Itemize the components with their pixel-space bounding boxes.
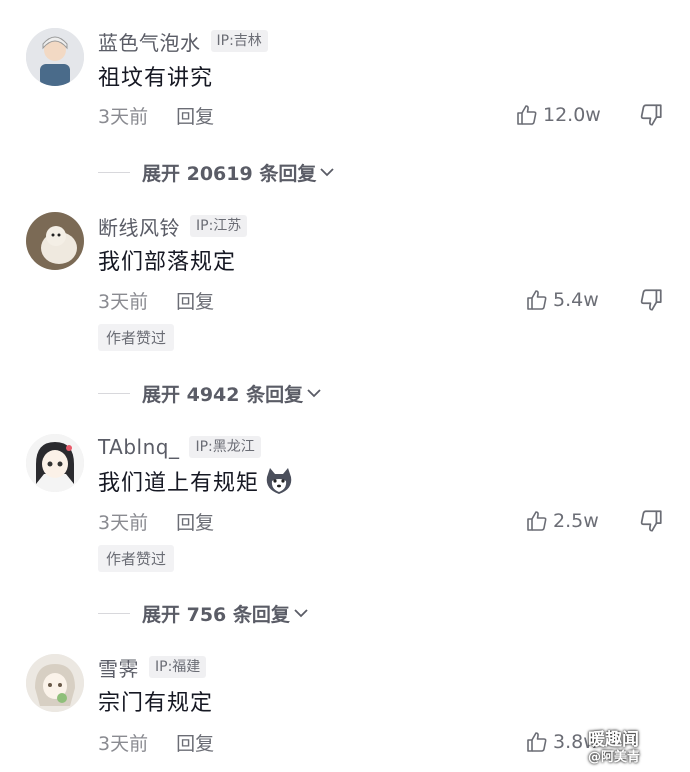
comment-header: TAblnq_ IP:黑龙江 [98, 434, 261, 460]
avatar[interactable] [26, 434, 84, 492]
comment-text-content: 宗门有规定 [98, 691, 214, 716]
like-count: 2.5w [553, 510, 599, 532]
author-liked-tag: 作者赞过 [98, 545, 175, 572]
thumbs-down-icon [640, 289, 662, 311]
comment-header: 雪霁 IP:福建 [98, 653, 207, 682]
like-button[interactable]: 2.5w [525, 508, 599, 534]
reply-button[interactable]: 回复 [176, 102, 214, 129]
comment-meta: 3天前 回复 [98, 287, 214, 313]
thumbs-up-icon [517, 105, 537, 125]
thumbs-up-icon [527, 732, 547, 752]
comment-header: 断线风铃 IP:江苏 [98, 212, 248, 241]
ip-location-badge: IP:福建 [149, 656, 207, 678]
avatar[interactable] [26, 654, 84, 712]
divider [98, 612, 130, 614]
author-liked-tag: 作者赞过 [98, 324, 175, 351]
timestamp: 3天前 [98, 511, 149, 534]
husky-emoji-icon [263, 465, 295, 497]
username[interactable]: 蓝色气泡水 [98, 27, 201, 56]
username[interactable]: 雪霁 [98, 653, 139, 682]
comment-meta: 3天前 回复 [98, 729, 214, 755]
comment-text-content: 我们道上有规矩 [98, 471, 260, 496]
ip-location-badge: IP:吉林 [210, 30, 268, 52]
expand-replies-button[interactable]: 展开 4942 条回复 [98, 379, 323, 407]
watermark-title: 暖趣闻 [588, 730, 639, 750]
comment-meta: 3天前 回复 [98, 508, 214, 534]
expand-replies-label: 展开 4942 条回复 [142, 383, 304, 406]
comment-meta: 3天前 回复 [98, 102, 214, 128]
divider [98, 392, 130, 394]
thumbs-up-icon [527, 511, 547, 531]
timestamp: 3天前 [98, 732, 149, 755]
expand-replies-label: 展开 756 条回复 [142, 603, 290, 626]
avatar[interactable] [26, 28, 84, 86]
comment-text: 祖坟有讲究 [98, 60, 213, 92]
ip-location-badge: IP:江苏 [190, 215, 248, 237]
comment-text: 我们道上有规矩 [98, 464, 295, 498]
comment-text-content: 祖坟有讲究 [98, 66, 214, 91]
expand-replies-label: 展开 20619 条回复 [142, 162, 317, 185]
divider [98, 171, 130, 173]
expand-replies-button[interactable]: 展开 20619 条回复 [98, 158, 336, 186]
like-count: 5.4w [553, 289, 599, 311]
chevron-down-icon [307, 389, 321, 398]
timestamp: 3天前 [98, 290, 149, 313]
thumbs-down-icon [640, 510, 662, 532]
thumbs-up-icon [527, 290, 547, 310]
ip-location-badge: IP:黑龙江 [189, 436, 261, 458]
comment-text: 宗门有规定 [98, 685, 213, 717]
dislike-button[interactable] [638, 102, 664, 128]
expand-replies-button[interactable]: 展开 756 条回复 [98, 599, 310, 627]
watermark: 暖趣闻 @阿美青 [588, 730, 640, 768]
like-count: 12.0w [543, 104, 601, 126]
comment-text: 我们部落规定 [98, 244, 236, 276]
avatar[interactable] [26, 212, 84, 270]
reply-button[interactable]: 回复 [176, 287, 214, 314]
username[interactable]: 断线风铃 [98, 212, 180, 241]
comment-header: 蓝色气泡水 IP:吉林 [98, 27, 268, 56]
chevron-down-icon [294, 609, 308, 618]
username[interactable]: TAblnq_ [98, 435, 179, 459]
reply-button[interactable]: 回复 [176, 508, 214, 535]
thumbs-down-icon [640, 104, 662, 126]
dislike-button[interactable] [638, 508, 664, 534]
watermark-author: @阿美青 [588, 750, 641, 765]
dislike-button[interactable] [638, 287, 664, 313]
like-button[interactable]: 5.4w [525, 287, 599, 313]
timestamp: 3天前 [98, 105, 149, 128]
like-button[interactable]: 12.0w [515, 102, 601, 128]
chevron-down-icon [320, 168, 334, 177]
reply-button[interactable]: 回复 [176, 729, 214, 756]
comment-text-content: 我们部落规定 [98, 250, 237, 275]
